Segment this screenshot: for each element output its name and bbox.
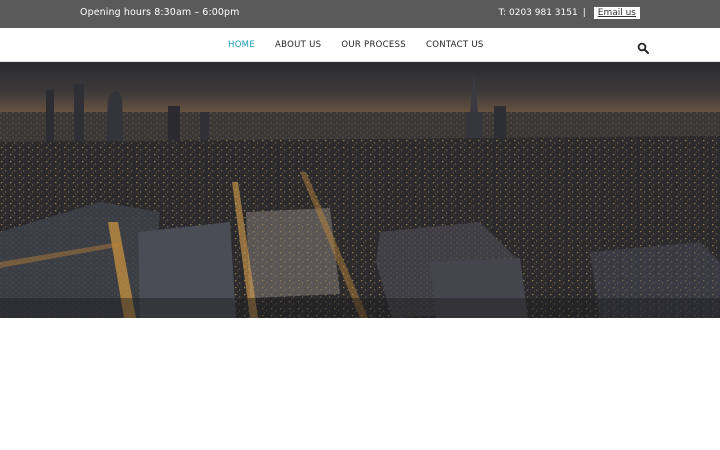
hero-image bbox=[0, 62, 720, 318]
phone-number[interactable]: T: 0203 981 3151 bbox=[499, 7, 578, 19]
top-bar: Opening hours 8:30am – 6:00pm T: 0203 98… bbox=[0, 0, 720, 28]
city-skyline-image bbox=[0, 62, 720, 318]
opening-hours: Opening hours 8:30am – 6:00pm bbox=[80, 7, 240, 18]
email-us-button[interactable]: Email us bbox=[593, 7, 640, 19]
nav-item-about-us[interactable]: ABOUT US bbox=[275, 40, 321, 50]
contact-info: T: 0203 981 3151 | Email us bbox=[499, 6, 640, 20]
nav-menu: HOME ABOUT US OUR PROCESS CONTACT US bbox=[228, 28, 504, 62]
search-icon[interactable] bbox=[637, 39, 649, 54]
main-navigation: HOME ABOUT US OUR PROCESS CONTACT US bbox=[0, 28, 720, 62]
nav-item-home[interactable]: HOME bbox=[228, 40, 255, 50]
nav-item-our-process[interactable]: OUR PROCESS bbox=[341, 40, 406, 50]
separator: | bbox=[582, 8, 586, 18]
nav-item-contact-us[interactable]: CONTACT US bbox=[426, 40, 484, 50]
